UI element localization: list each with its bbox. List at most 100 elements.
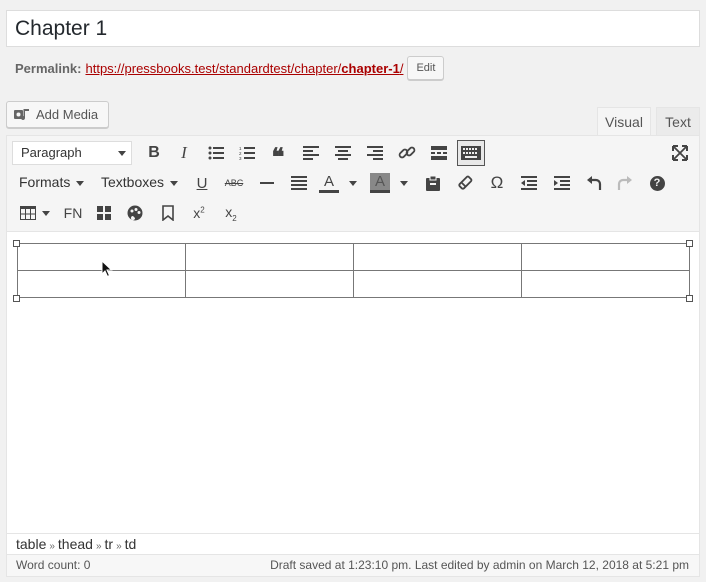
- textboxes-dropdown[interactable]: Textboxes: [101, 170, 179, 194]
- table-cell[interactable]: [353, 270, 522, 298]
- editor: Paragraph B I 123 ❝ Formats Textboxes U …: [6, 135, 700, 577]
- table-button[interactable]: [17, 202, 39, 224]
- glossary-button[interactable]: [93, 202, 115, 224]
- subscript-button[interactable]: x2: [220, 202, 242, 224]
- background-color-button[interactable]: A: [369, 172, 391, 194]
- palette-icon: [127, 205, 143, 221]
- status-bar: Word count: 0 Draft saved at 1:23:10 pm.…: [7, 554, 699, 576]
- bold-button[interactable]: B: [143, 142, 165, 164]
- italic-button[interactable]: I: [173, 142, 195, 164]
- read-more-button[interactable]: [428, 142, 450, 164]
- align-right-icon: [367, 146, 383, 160]
- undo-icon: [587, 176, 602, 190]
- path-item[interactable]: td: [125, 536, 137, 552]
- permalink-row: Permalink: https://pressbooks.test/stand…: [15, 56, 445, 80]
- mouse-cursor-icon: [101, 260, 113, 278]
- tab-text[interactable]: Text: [656, 107, 700, 135]
- add-media-label: Add Media: [36, 107, 99, 122]
- formats-label: Formats: [19, 174, 71, 190]
- clipboard-icon: [426, 175, 440, 191]
- resize-handle[interactable]: [13, 295, 20, 302]
- insert-link-button[interactable]: [396, 142, 418, 164]
- justify-icon: [291, 176, 307, 190]
- permalink-label: Permalink:: [15, 60, 82, 76]
- numbered-list-icon: 123: [239, 146, 255, 160]
- word-count: Word count: 0: [16, 558, 91, 572]
- table-cell[interactable]: [353, 243, 522, 271]
- text-color-dropdown[interactable]: [347, 172, 359, 194]
- table-icon: [20, 206, 36, 220]
- chevron-down-icon: [118, 151, 126, 156]
- outdent-button[interactable]: [518, 172, 540, 194]
- superscript-button[interactable]: x2: [188, 202, 210, 224]
- link-icon: [398, 146, 416, 159]
- edit-permalink-button[interactable]: Edit: [407, 56, 445, 80]
- align-center-icon: [335, 146, 351, 160]
- text-color-icon: A: [323, 172, 334, 190]
- italic-icon: I: [181, 143, 187, 162]
- redo-icon: [617, 176, 632, 190]
- blockquote-icon: ❝: [271, 145, 285, 171]
- chevron-down-icon: [349, 180, 357, 186]
- title-input[interactable]: Chapter 1: [6, 10, 700, 47]
- numbered-list-button[interactable]: 123: [236, 142, 258, 164]
- undo-button[interactable]: [583, 172, 605, 194]
- text-color-swatch: [319, 189, 339, 193]
- underline-button[interactable]: U: [191, 172, 213, 194]
- path-item[interactable]: table: [16, 536, 46, 552]
- resize-handle[interactable]: [13, 240, 20, 247]
- resize-handle[interactable]: [686, 295, 693, 302]
- bookmark-button[interactable]: [157, 202, 179, 224]
- table-cell[interactable]: [185, 270, 354, 298]
- special-character-button[interactable]: Ω: [486, 172, 508, 194]
- footnote-button[interactable]: FN: [61, 202, 85, 224]
- bold-icon: B: [148, 144, 160, 161]
- title-text: Chapter 1: [15, 17, 108, 40]
- underline-icon: U: [196, 174, 208, 192]
- grid-icon: [97, 206, 111, 220]
- align-right-button[interactable]: [364, 142, 386, 164]
- media-attributions-button[interactable]: [124, 202, 146, 224]
- path-item[interactable]: tr: [105, 536, 114, 552]
- align-center-button[interactable]: [332, 142, 354, 164]
- eraser-icon: [458, 175, 473, 190]
- clear-formatting-button[interactable]: [454, 172, 476, 194]
- background-color-dropdown[interactable]: [398, 172, 410, 194]
- help-icon: ?: [649, 175, 665, 191]
- subscript-icon: x2: [225, 203, 237, 223]
- tab-visual[interactable]: Visual: [597, 107, 651, 135]
- paste-as-text-button[interactable]: [422, 172, 444, 194]
- indent-button[interactable]: [551, 172, 573, 194]
- strikethrough-button[interactable]: ABC: [223, 172, 245, 194]
- justify-button[interactable]: [288, 172, 310, 194]
- bullet-list-button[interactable]: [205, 142, 227, 164]
- horizontal-line-icon: [260, 182, 274, 184]
- align-left-button[interactable]: [300, 142, 322, 164]
- path-item[interactable]: thead: [58, 536, 93, 552]
- help-button[interactable]: ?: [646, 172, 668, 194]
- add-media-button[interactable]: Add Media: [6, 101, 109, 128]
- toolbar-toggle-button[interactable]: [457, 140, 485, 166]
- fullscreen-button[interactable]: [669, 142, 691, 164]
- formats-dropdown[interactable]: Formats: [19, 170, 85, 194]
- permalink-link[interactable]: https://pressbooks.test/standardtest/cha…: [85, 61, 403, 76]
- chevron-down-icon: [42, 210, 50, 216]
- format-select[interactable]: Paragraph: [12, 141, 132, 165]
- keyboard-icon: [461, 146, 481, 160]
- outdent-icon: [521, 176, 537, 190]
- element-path: table» thead» tr» td: [7, 533, 699, 554]
- editor-content[interactable]: [7, 233, 699, 533]
- content-table[interactable]: [17, 243, 690, 298]
- strikethrough-icon: ABC: [224, 178, 244, 188]
- horizontal-line-button[interactable]: [256, 172, 278, 194]
- table-cell[interactable]: [521, 270, 690, 298]
- table-cell[interactable]: [185, 243, 354, 271]
- text-color-button[interactable]: A: [318, 172, 340, 194]
- svg-text:3: 3: [239, 156, 242, 160]
- resize-handle[interactable]: [686, 240, 693, 247]
- chevron-down-icon: [170, 181, 179, 186]
- table-dropdown[interactable]: [40, 202, 52, 224]
- table-cell[interactable]: [521, 243, 690, 271]
- redo-button[interactable]: [614, 172, 636, 194]
- blockquote-button[interactable]: ❝: [267, 142, 289, 171]
